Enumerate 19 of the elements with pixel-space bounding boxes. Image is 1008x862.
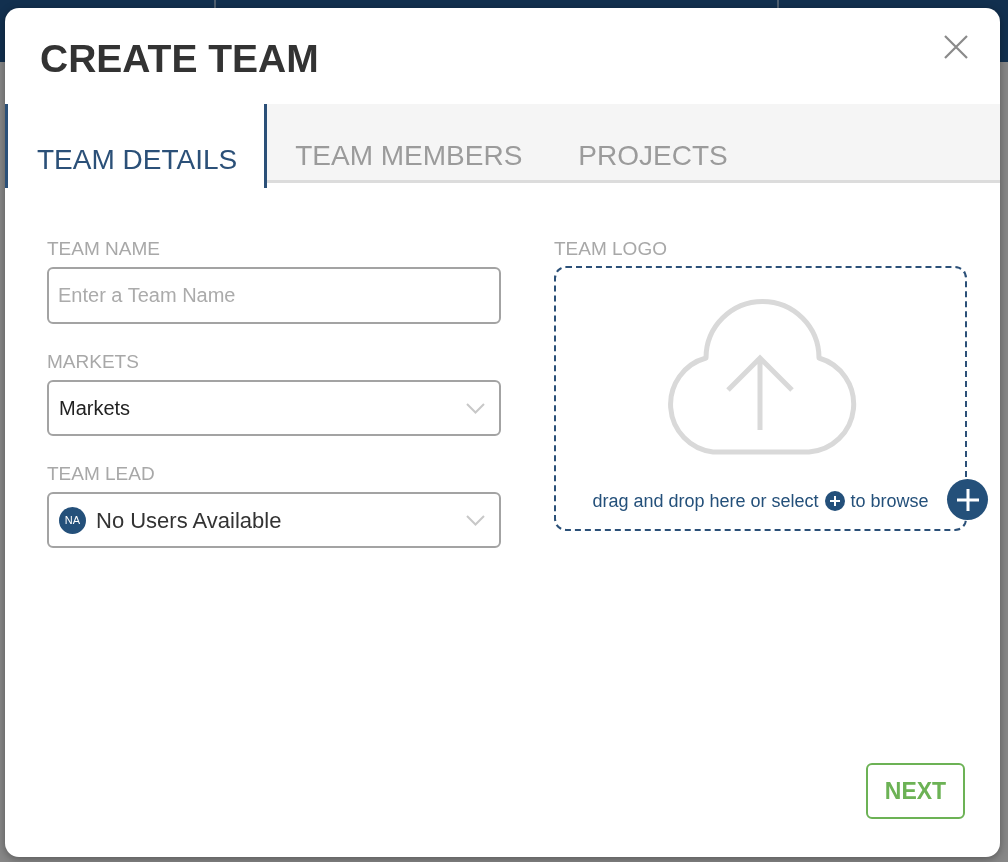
tab[interactable]: TEAM DETAILS bbox=[5, 104, 268, 188]
avatar-initials: NA bbox=[59, 506, 86, 534]
add-file-button[interactable] bbox=[947, 479, 988, 520]
close-icon bbox=[944, 35, 968, 59]
field-label: TEAM LEAD bbox=[47, 463, 156, 485]
dialog-title: CREATE TEAM bbox=[40, 36, 319, 81]
field-label: MARKETS bbox=[47, 351, 140, 373]
field-label: TEAM NAME bbox=[47, 238, 161, 260]
dropdown-select[interactable]: NA No Users Available bbox=[47, 492, 501, 548]
plus-circle-icon bbox=[824, 491, 845, 511]
field-label: TEAM LOGO bbox=[554, 238, 668, 260]
chevron-down-icon bbox=[466, 402, 485, 414]
close-button[interactable] bbox=[944, 35, 968, 59]
upload-hint-text: drag and drop here or select bbox=[592, 490, 819, 513]
dropdown-select[interactable]: Markets bbox=[47, 380, 501, 436]
plus-icon bbox=[955, 487, 980, 512]
chevron-down-icon bbox=[466, 514, 485, 526]
team-name-input[interactable]: Enter a Team Name bbox=[47, 267, 501, 324]
upload-hint-text: to browse bbox=[850, 490, 929, 513]
